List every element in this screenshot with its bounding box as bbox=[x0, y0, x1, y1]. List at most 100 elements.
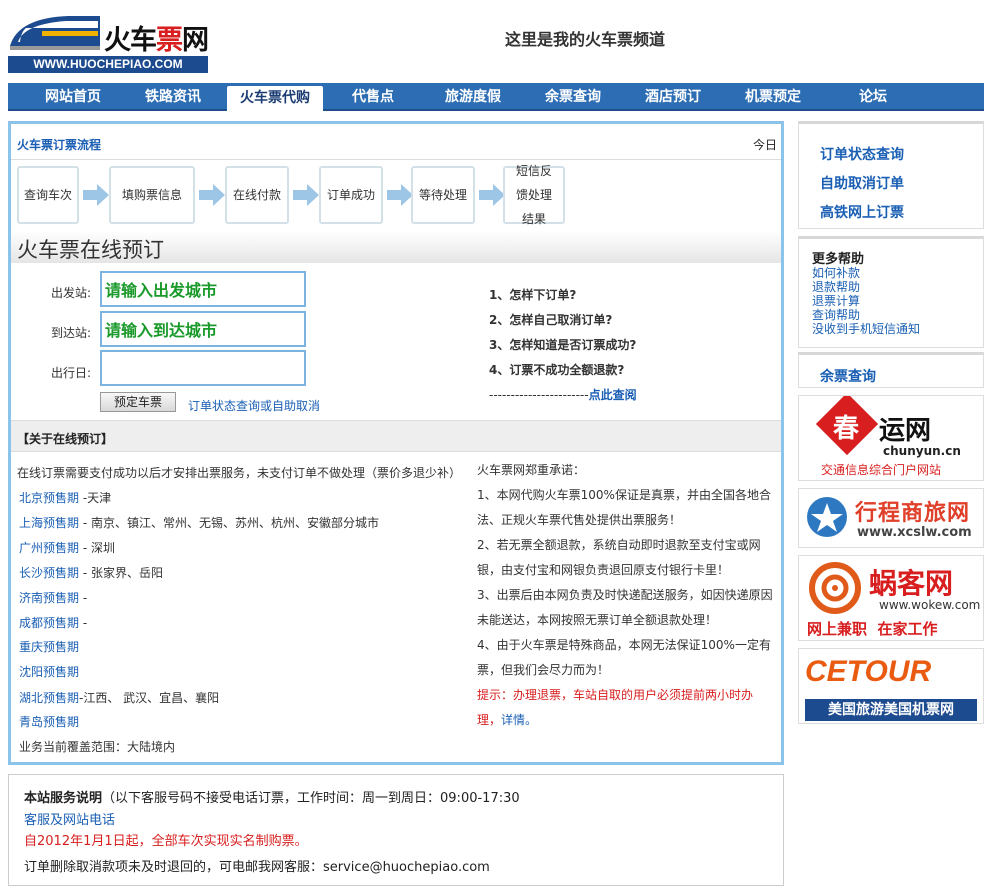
region-link[interactable]: 青岛预售期 bbox=[19, 715, 79, 729]
chunyun-banner[interactable]: 春 运网 chunyun.cn 交通信息综合门户网站 bbox=[798, 395, 984, 481]
arrow-right-icon bbox=[479, 184, 505, 206]
promise-item: 1、本网代购火车票100%保证是真票，并由全国各地合法、正规火车票代售处提供出票… bbox=[477, 488, 771, 527]
date-label: 出行日: bbox=[50, 366, 91, 380]
help-link[interactable]: 如何补款 bbox=[812, 266, 920, 280]
region-link[interactable]: 上海预售期 bbox=[19, 516, 79, 530]
flow-step-pay: 在线付款 bbox=[225, 166, 289, 224]
sidebar-link-high-speed[interactable]: 高铁网上订票 bbox=[820, 202, 904, 222]
flow-title: 火车票订票流程 bbox=[17, 138, 102, 152]
main-panel: 火车票订票流程 今日 查询车次 填购票信息 在线付款 订单成功 等待处理 短信反… bbox=[8, 121, 784, 765]
nav-item-ticket-query[interactable]: 余票查询 bbox=[528, 83, 618, 111]
region-row: 北京预售期 -天津 bbox=[19, 489, 111, 506]
help-link[interactable]: 没收到手机短信通知 bbox=[812, 322, 920, 336]
tip-details-link[interactable]: 详情。 bbox=[501, 713, 537, 727]
chunyun-caption: 交通信息综合门户网站 bbox=[821, 463, 942, 477]
nav-item-hotel[interactable]: 酒店预订 bbox=[628, 83, 718, 111]
help-title: 更多帮助 bbox=[812, 252, 865, 267]
region-link[interactable]: 济南预售期 bbox=[19, 591, 79, 605]
about-header: 【关于在线预订】 bbox=[11, 420, 781, 452]
faq-more-link[interactable]: 点此查阅 bbox=[589, 388, 637, 402]
promise-item: 2、若无票全额退款，系统自动即时退款至支付宝或网银，由支付宝和网银负责退回原支付… bbox=[477, 538, 761, 577]
region-link[interactable]: 重庆预售期 bbox=[19, 640, 79, 654]
flow-step-fill-info: 填购票信息 bbox=[109, 166, 195, 224]
main-nav: 网站首页 铁路资讯 火车票代购 代售点 旅游度假 余票查询 酒店预订 机票预定 … bbox=[8, 83, 984, 111]
xcslw-banner[interactable]: 行程商旅网 www.xcslw.com bbox=[798, 488, 984, 548]
flow-step-query: 查询车次 bbox=[17, 166, 79, 224]
logo-text-suffix: 网 bbox=[182, 25, 209, 56]
wokew-banner[interactable]: 蜗客网 www.wokew.com 网上兼职 在家工作 bbox=[798, 555, 984, 641]
region-link[interactable]: 长沙预售期 bbox=[19, 566, 79, 580]
service-hours: （以下客服号码不接受电话订票，工作时间：周一到周日：09:00-17:30 bbox=[102, 791, 520, 806]
page-slogan: 这里是我的火车票频道 bbox=[505, 30, 666, 49]
nav-item-railway-news[interactable]: 铁路资讯 bbox=[128, 83, 218, 111]
region-row: 长沙预售期 - 张家界、岳阳 bbox=[19, 564, 163, 581]
site-logo[interactable]: 火车票网 WWW.HUOCHEPIAO.COM bbox=[8, 10, 209, 74]
region-cities: - 南京、镇江、常州、无锡、苏州、杭州、安徽部分城市 bbox=[79, 516, 379, 530]
today-label: 今日 bbox=[752, 138, 777, 152]
booking-title: 火车票在线预订 bbox=[17, 238, 164, 262]
sidebar-link-cancel-order[interactable]: 自助取消订单 bbox=[820, 173, 904, 193]
nav-item-travel[interactable]: 旅游度假 bbox=[426, 83, 520, 111]
coverage-text: 业务当前覆盖范围：大陆境内 bbox=[19, 740, 176, 754]
chunyun-big-char: 春 bbox=[833, 414, 860, 444]
xcslw-domain: www.xcslw.com bbox=[857, 525, 972, 540]
faq-item[interactable]: 2、怎样自己取消订单? bbox=[489, 311, 612, 328]
order-status-link[interactable]: 订单状态查询或自助取消 bbox=[188, 397, 320, 414]
help-link[interactable]: 退款帮助 bbox=[812, 280, 920, 294]
flow-step-waiting: 等待处理 bbox=[411, 166, 475, 224]
faq-item[interactable]: 1、怎样下订单? bbox=[489, 286, 576, 303]
sidebar-link-order-status[interactable]: 订单状态查询 bbox=[820, 144, 904, 164]
cetour-caption: 美国旅游美国机票网 bbox=[805, 699, 977, 721]
help-link[interactable]: 退票计算 bbox=[812, 294, 920, 308]
wokew-spiral-icon bbox=[809, 562, 861, 614]
from-label: 出发站: bbox=[50, 286, 91, 300]
xcslw-name: 行程商旅网 bbox=[855, 501, 971, 526]
book-ticket-button[interactable]: 预定车票 bbox=[100, 392, 176, 412]
help-link[interactable]: 查询帮助 bbox=[812, 308, 920, 322]
nav-item-agencies[interactable]: 代售点 bbox=[333, 83, 413, 111]
travel-date-input[interactable] bbox=[100, 350, 306, 386]
nav-item-forum[interactable]: 论坛 bbox=[838, 83, 908, 111]
from-city-input[interactable] bbox=[100, 271, 306, 307]
service-title: 本站服务说明 bbox=[24, 791, 103, 806]
region-row: 湖北预售期-江西、 武汉、宜昌、襄阳 bbox=[19, 689, 219, 706]
chunyun-domain: chunyun.cn bbox=[883, 444, 961, 458]
region-row: 青岛预售期 bbox=[19, 713, 79, 730]
arrow-right-icon bbox=[293, 184, 319, 206]
about-title: 【关于在线预订】 bbox=[17, 432, 114, 446]
real-name-notice: 自2012年1月1日起，全部车次实现实名制购票。 bbox=[24, 834, 308, 849]
region-link[interactable]: 北京预售期 bbox=[19, 491, 79, 505]
region-cities: - bbox=[79, 591, 88, 605]
faq-item[interactable]: 4、订票不成功全额退款? bbox=[489, 361, 624, 378]
flow-step-success: 订单成功 bbox=[319, 166, 383, 224]
region-link[interactable]: 成都预售期 bbox=[19, 616, 79, 630]
logo-text-red: 票 bbox=[156, 25, 183, 56]
sidebar-link-ticket-query[interactable]: 余票查询 bbox=[820, 366, 876, 386]
region-link[interactable]: 广州预售期 bbox=[19, 541, 79, 555]
xcslw-star-icon bbox=[807, 497, 847, 537]
region-row: 重庆预售期 bbox=[19, 638, 79, 655]
nav-item-ticket-purchase[interactable]: 火车票代购 bbox=[227, 86, 323, 111]
region-row: 济南预售期 - bbox=[19, 589, 87, 606]
to-label: 到达站: bbox=[50, 326, 91, 340]
region-link[interactable]: 沈阳预售期 bbox=[19, 665, 79, 679]
region-link[interactable]: 湖北预售期 bbox=[19, 691, 79, 705]
to-city-input[interactable] bbox=[100, 311, 306, 347]
service-phone-link[interactable]: 客服及网站电话 bbox=[24, 809, 115, 828]
service-box: 本站服务说明（以下客服号码不接受电话订票，工作时间：周一到周日：09:00-17… bbox=[8, 774, 784, 886]
faq-divider: ----------------------- bbox=[489, 388, 589, 402]
sidebar-quick-links: 订单状态查询 自助取消订单 高铁网上订票 bbox=[798, 121, 984, 229]
cetour-banner[interactable]: CETOUR 美国旅游美国机票网 bbox=[798, 648, 984, 724]
faq-item[interactable]: 3、怎样知道是否订票成功? bbox=[489, 336, 636, 353]
region-row: 沈阳预售期 bbox=[19, 663, 79, 680]
nav-item-home[interactable]: 网站首页 bbox=[28, 83, 118, 111]
nav-item-flights[interactable]: 机票预定 bbox=[728, 83, 818, 111]
sidebar-ticket-query-box: 余票查询 bbox=[798, 352, 984, 388]
region-cities: - 张家界、岳阳 bbox=[79, 566, 163, 580]
train-logo-icon bbox=[10, 16, 100, 50]
flow-step-sms-feedback: 短信反馈处理结果 bbox=[503, 164, 565, 226]
wokew-domain: www.wokew.com bbox=[879, 598, 981, 612]
flow-header: 火车票订票流程 今日 bbox=[11, 124, 781, 160]
region-row: 成都预售期 - bbox=[19, 614, 87, 631]
sidebar-help-box: 更多帮助 如何补款 退款帮助 退票计算 查询帮助 没收到手机短信通知 bbox=[798, 236, 984, 348]
